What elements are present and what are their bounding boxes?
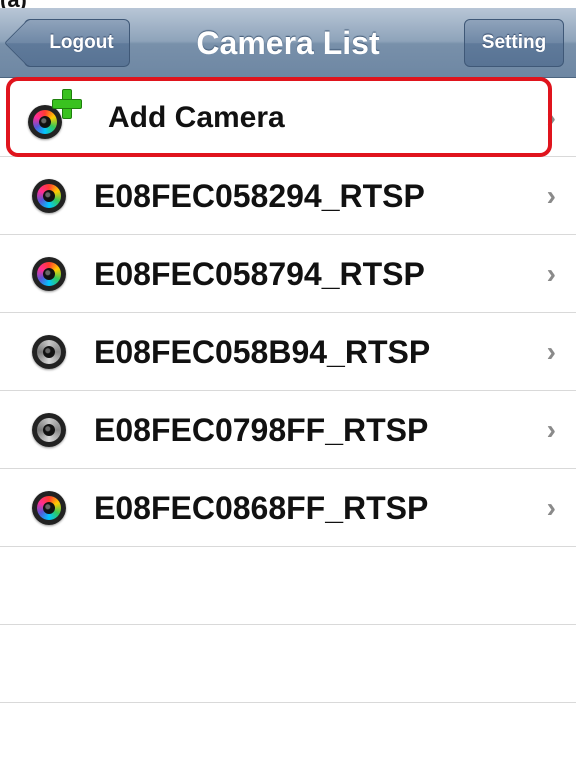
chevron-right-icon: ›	[546, 336, 556, 367]
empty-row	[0, 547, 576, 625]
logout-button[interactable]: Logout	[24, 19, 130, 67]
camera-row[interactable]: E08FEC0798FF_RTSP ›	[0, 391, 576, 469]
chevron-right-icon: ›	[546, 102, 556, 133]
camera-icon	[32, 179, 66, 213]
camera-icon	[32, 257, 66, 291]
setting-button[interactable]: Setting	[464, 19, 564, 67]
logout-button-label: Logout	[49, 32, 114, 53]
add-camera-row[interactable]: Add Camera ›	[0, 79, 576, 157]
camera-offline-icon	[32, 413, 66, 447]
camera-row[interactable]: E08FEC058294_RTSP ›	[0, 157, 576, 235]
camera-icon	[32, 491, 66, 525]
camera-name: E08FEC058B94_RTSP	[94, 334, 431, 370]
camera-row[interactable]: E08FEC0868FF_RTSP ›	[0, 469, 576, 547]
chevron-right-icon: ›	[546, 258, 556, 289]
chevron-right-icon: ›	[546, 414, 556, 445]
add-camera-label: Add Camera	[108, 101, 285, 134]
figure-label: (a)	[0, 0, 80, 11]
navigation-bar: Logout Camera List Setting	[0, 8, 576, 78]
camera-name: E08FEC0868FF_RTSP	[94, 490, 429, 526]
camera-name: E08FEC0798FF_RTSP	[94, 412, 429, 448]
camera-name: E08FEC058794_RTSP	[94, 256, 425, 292]
camera-row[interactable]: E08FEC058794_RTSP ›	[0, 235, 576, 313]
camera-offline-icon	[32, 335, 66, 369]
chevron-right-icon: ›	[546, 492, 556, 523]
plus-icon	[52, 89, 82, 119]
camera-name: E08FEC058294_RTSP	[94, 178, 425, 214]
empty-row	[0, 625, 576, 703]
camera-row[interactable]: E08FEC058B94_RTSP ›	[0, 313, 576, 391]
camera-list: Add Camera › E08FEC058294_RTSP › E08FEC0…	[0, 79, 576, 703]
chevron-right-icon: ›	[546, 180, 556, 211]
